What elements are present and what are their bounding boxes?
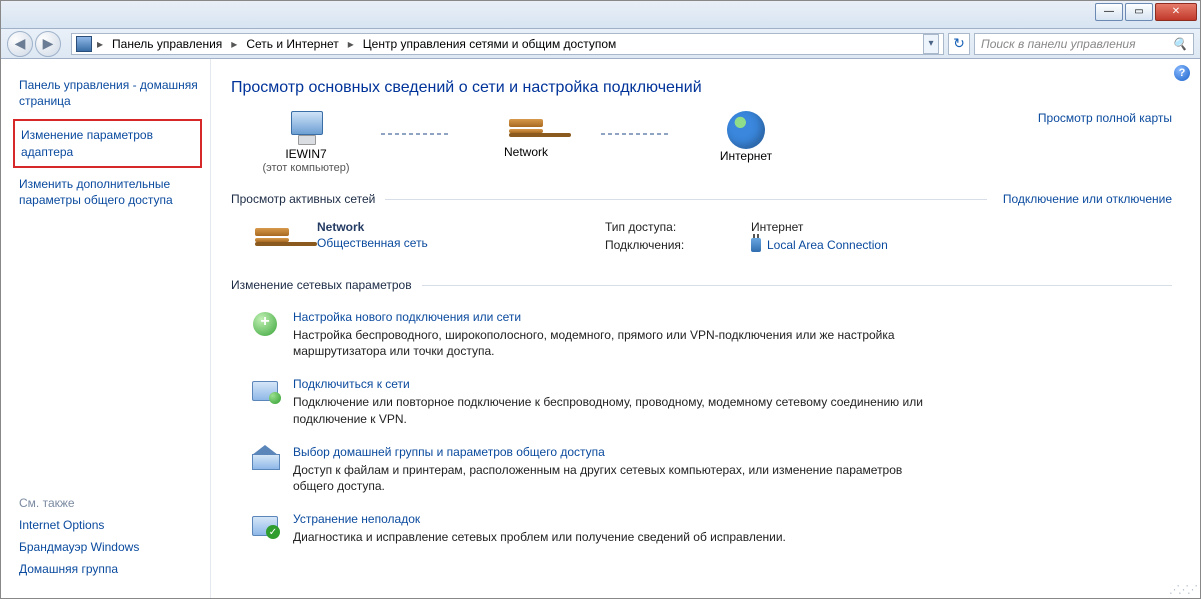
search-placeholder: Поиск в панели управления [981,37,1136,51]
node-label: IEWIN7 [285,147,326,161]
main-content: ? Просмотр основных сведений о сети и на… [211,59,1200,598]
network-node-this-computer: IEWIN7 (этот компьютер) [231,111,381,174]
access-type-value: Интернет [751,220,888,234]
option-description: Доступ к файлам и принтерам, расположенн… [293,462,933,494]
breadcrumb-item[interactable]: Центр управления сетями и общим доступом [359,37,621,51]
see-also-link[interactable]: Брандмауэр Windows [19,540,200,554]
minimize-button[interactable]: — [1095,3,1123,21]
active-networks-header: Просмотр активных сетей Подключение или … [231,192,1172,206]
active-network-row: Network Общественная сеть Тип доступа: И… [231,214,1172,260]
network-node-internet: Интернет [671,111,821,163]
option-description: Подключение или повторное подключение к … [293,394,933,426]
sidebar: Панель управления - домашняя страница Из… [1,59,211,598]
network-connection-line [381,133,451,135]
option-title-link[interactable]: Выбор домашней группы и параметров общег… [293,445,933,459]
option-title-link[interactable]: Настройка нового подключения или сети [293,310,933,324]
breadcrumb-separator: ▸ [94,37,106,51]
option-title-link[interactable]: Устранение неполадок [293,512,786,526]
add-connection-icon [253,312,277,336]
nav-back-button[interactable]: ◀ [7,31,33,57]
section-label: Просмотр активных сетей [231,192,375,206]
option-title-link[interactable]: Подключиться к сети [293,377,933,391]
connections-label: Подключения: [605,238,725,252]
section-label: Изменение сетевых параметров [231,278,412,292]
connect-network-icon [252,381,278,401]
see-also-link[interactable]: Домашняя группа [19,562,200,576]
refresh-button[interactable]: ↻ [948,33,970,55]
homegroup-icon [252,448,278,470]
help-icon[interactable]: ? [1174,65,1190,81]
breadcrumb-item[interactable]: Сеть и Интернет [242,37,342,51]
sidebar-adapter-settings-link[interactable]: Изменение параметров адаптера [13,119,202,167]
option-description: Диагностика и исправление сетевых пробле… [293,529,786,545]
see-also-link[interactable]: Internet Options [19,518,200,532]
network-name: Network [317,220,527,234]
search-icon: 🔍 [1172,37,1187,51]
connection-name: Local Area Connection [767,238,888,252]
control-panel-icon [76,36,92,52]
breadcrumb-separator: ▸ [345,37,357,51]
window-titlebar: — ▭ ✕ [1,1,1200,29]
node-label: Интернет [720,149,772,163]
view-full-map-link[interactable]: Просмотр полной карты [1038,111,1172,125]
option-new-connection: Настройка нового подключения или сети На… [231,300,1172,367]
option-troubleshoot: Устранение неполадок Диагностика и испра… [231,502,1172,553]
node-sublabel: (этот компьютер) [262,162,349,174]
ethernet-plug-icon [751,238,761,252]
network-type-link[interactable]: Общественная сеть [317,236,527,250]
resize-grip[interactable]: ⋰⋰⋰ [1169,583,1196,596]
sidebar-home-link[interactable]: Панель управления - домашняя страница [19,77,200,109]
option-homegroup: Выбор домашней группы и параметров общег… [231,435,1172,502]
breadcrumb[interactable]: ▸ Панель управления ▸ Сеть и Интернет ▸ … [71,33,944,55]
globe-icon [727,111,765,149]
maximize-button[interactable]: ▭ [1125,3,1153,21]
bench-network-icon [251,220,293,254]
option-connect-network: Подключиться к сети Подключение или повт… [231,367,1172,434]
breadcrumb-dropdown-button[interactable]: ▾ [923,34,939,54]
address-bar-row: ◀ ▶ ▸ Панель управления ▸ Сеть и Интерне… [1,29,1200,59]
network-connection-line [601,133,671,135]
breadcrumb-separator: ▸ [228,37,240,51]
node-label: Network [504,145,548,159]
search-input[interactable]: Поиск в панели управления 🔍 [974,33,1194,55]
page-title: Просмотр основных сведений о сети и наст… [231,79,1172,97]
diagnostics-icon [252,516,278,536]
change-settings-header: Изменение сетевых параметров [231,278,1172,292]
option-description: Настройка беспроводного, широкополосного… [293,327,933,359]
see-also-section: См. также Internet Options Брандмауэр Wi… [19,496,200,584]
close-button[interactable]: ✕ [1155,3,1197,21]
connect-disconnect-link[interactable]: Подключение или отключение [1003,192,1172,206]
access-type-label: Тип доступа: [605,220,725,234]
network-node-network: Network [451,111,601,159]
nav-forward-button[interactable]: ▶ [35,31,61,57]
see-also-header: См. также [19,496,200,510]
refresh-icon: ↻ [953,35,965,52]
sidebar-advanced-sharing-link[interactable]: Изменить дополнительные параметры общего… [19,176,200,208]
network-map: IEWIN7 (этот компьютер) Network Интернет… [231,111,1172,174]
breadcrumb-item[interactable]: Панель управления [108,37,226,51]
bench-network-icon [505,111,547,145]
computer-icon [285,111,327,147]
connection-link[interactable]: Local Area Connection [751,238,888,252]
